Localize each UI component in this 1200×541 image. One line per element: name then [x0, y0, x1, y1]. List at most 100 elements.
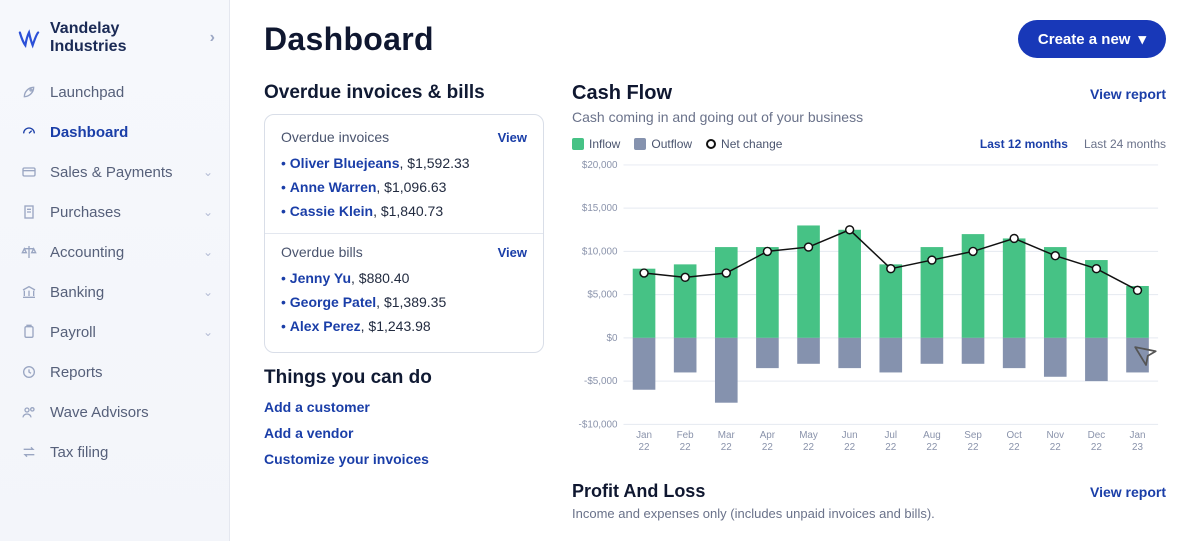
right-column: Cash Flow View report Cash coming in and… — [572, 82, 1166, 521]
svg-text:22: 22 — [1050, 442, 1061, 453]
pnl-section: Profit And Loss View report Income and e… — [572, 481, 1166, 521]
pnl-subtitle: Income and expenses only (includes unpai… — [572, 506, 1166, 521]
outflow-swatch — [634, 138, 646, 150]
entity-link[interactable]: Jenny Yu — [290, 270, 351, 286]
range-12[interactable]: Last 12 months — [980, 137, 1068, 151]
view-overdue-bills[interactable]: View — [498, 245, 527, 260]
scale-icon — [20, 243, 38, 261]
svg-text:22: 22 — [1091, 442, 1102, 453]
svg-text:$15,000: $15,000 — [582, 203, 618, 214]
card-icon — [20, 163, 38, 181]
clipboard-icon — [20, 323, 38, 341]
pnl-title: Profit And Loss — [572, 481, 705, 502]
chevron-down-icon: ⌄ — [203, 205, 213, 219]
org-name: Vandelay Industries — [50, 20, 200, 56]
svg-text:Aug: Aug — [923, 430, 941, 441]
people-icon — [20, 403, 38, 421]
create-new-label: Create a new — [1038, 31, 1131, 48]
sidebar-item-dashboard[interactable]: Dashboard — [0, 112, 229, 152]
svg-text:-$5,000: -$5,000 — [584, 376, 618, 387]
quick-action-link[interactable]: Customize your invoices — [264, 451, 544, 467]
cashflow-chart: -$10,000-$5,000$0$5,000$10,000$15,000$20… — [572, 159, 1166, 461]
svg-text:$20,000: $20,000 — [582, 160, 618, 171]
quick-action-link[interactable]: Add a vendor — [264, 425, 544, 441]
sidebar-item-payroll[interactable]: Payroll⌄ — [0, 312, 229, 352]
sidebar-item-banking[interactable]: Banking ⌄ — [0, 272, 229, 312]
svg-text:Sep: Sep — [964, 430, 982, 441]
overdue-heading: Overdue invoices & bills — [264, 82, 544, 104]
entity-link[interactable]: Oliver Bluejeans — [290, 155, 400, 171]
bank-icon — [20, 283, 38, 301]
topbar: Dashboard Create a new ▾ — [264, 20, 1166, 58]
svg-text:23: 23 — [1132, 442, 1143, 453]
create-new-button[interactable]: Create a new ▾ — [1018, 20, 1166, 58]
sidebar-item-tax-filing[interactable]: Tax filing — [0, 432, 229, 472]
svg-text:22: 22 — [762, 442, 773, 453]
nav: LaunchpadDashboardSales & Payments⌄Purch… — [0, 72, 229, 472]
sidebar-item-wave-advisors[interactable]: Wave Advisors — [0, 392, 229, 432]
cursor-icon — [1131, 340, 1162, 376]
svg-text:22: 22 — [721, 442, 732, 453]
sidebar: Vandelay Industries › Launchpad Dashboard… — [0, 0, 230, 541]
list-item: Jenny Yu, $880.40 — [281, 266, 527, 290]
amount: , $1,243.98 — [361, 318, 431, 334]
svg-text:Oct: Oct — [1006, 430, 1022, 441]
svg-text:22: 22 — [1009, 442, 1020, 453]
list-item: Oliver Bluejeans, $1,592.33 — [281, 151, 527, 175]
overdue-card: Overdue invoices View Oliver Bluejeans, … — [264, 114, 544, 353]
view-overdue-invoices[interactable]: View — [498, 130, 527, 145]
inflow-swatch — [572, 138, 584, 150]
sidebar-item-accounting[interactable]: Accounting⌄ — [0, 232, 229, 272]
cashflow-subtitle: Cash coming in and going out of your bus… — [572, 109, 1166, 125]
overdue-bills-title: Overdue bills — [281, 244, 363, 260]
org-switcher[interactable]: Vandelay Industries › — [0, 14, 229, 72]
sidebar-item-purchases[interactable]: Purchases ⌄ — [0, 192, 229, 232]
cashflow-legend: Inflow Outflow Net change Last 12 months… — [572, 137, 1166, 151]
cashflow-view-report[interactable]: View report — [1090, 86, 1166, 102]
caret-down-icon: ▾ — [1138, 30, 1146, 48]
app-logo-icon — [18, 27, 40, 49]
sidebar-item-label: Tax filing — [50, 444, 108, 461]
chevron-right-icon: › — [210, 29, 215, 47]
amount: , $1,592.33 — [400, 155, 470, 171]
chevron-down-icon: ⌄ — [203, 285, 213, 299]
svg-text:Apr: Apr — [760, 430, 776, 441]
entity-link[interactable]: Cassie Klein — [290, 203, 373, 219]
svg-text:Jul: Jul — [884, 430, 897, 441]
list-item: George Patel, $1,389.35 — [281, 290, 527, 314]
svg-text:-$10,000: -$10,000 — [579, 419, 618, 430]
gauge-icon — [20, 123, 38, 141]
svg-text:22: 22 — [639, 442, 650, 453]
divider — [265, 233, 543, 234]
sidebar-item-label: Banking — [50, 284, 104, 301]
sidebar-item-sales-payments[interactable]: Sales & Payments⌄ — [0, 152, 229, 192]
svg-text:$10,000: $10,000 — [582, 246, 618, 257]
svg-text:22: 22 — [844, 442, 855, 453]
entity-link[interactable]: Anne Warren — [290, 179, 377, 195]
svg-text:Jan: Jan — [1130, 430, 1146, 441]
svg-text:Dec: Dec — [1088, 430, 1106, 441]
page-title: Dashboard — [264, 21, 434, 58]
sidebar-item-label: Purchases — [50, 204, 121, 221]
sidebar-item-label: Wave Advisors — [50, 404, 149, 421]
pnl-view-report[interactable]: View report — [1090, 484, 1166, 500]
list-item: Alex Perez, $1,243.98 — [281, 314, 527, 338]
range-24[interactable]: Last 24 months — [1084, 137, 1166, 151]
entity-link[interactable]: Alex Perez — [290, 318, 361, 334]
svg-text:22: 22 — [926, 442, 937, 453]
overdue-bills-list: Jenny Yu, $880.40George Patel, $1,389.35… — [281, 266, 527, 338]
sidebar-item-label: Payroll — [50, 324, 96, 341]
sidebar-item-label: Dashboard — [50, 124, 128, 141]
clock-icon — [20, 363, 38, 381]
svg-text:22: 22 — [968, 442, 979, 453]
amount: , $1,389.35 — [376, 294, 446, 310]
entity-link[interactable]: George Patel — [290, 294, 376, 310]
amount: , $1,096.63 — [376, 179, 446, 195]
sidebar-item-reports[interactable]: Reports — [0, 352, 229, 392]
chevron-down-icon: ⌄ — [203, 165, 213, 179]
sidebar-item-launchpad[interactable]: Launchpad — [0, 72, 229, 112]
quick-action-link[interactable]: Add a customer — [264, 399, 544, 415]
amount: , $1,840.73 — [373, 203, 443, 219]
amount: , $880.40 — [351, 270, 409, 286]
legend-inflow: Inflow — [589, 137, 620, 151]
